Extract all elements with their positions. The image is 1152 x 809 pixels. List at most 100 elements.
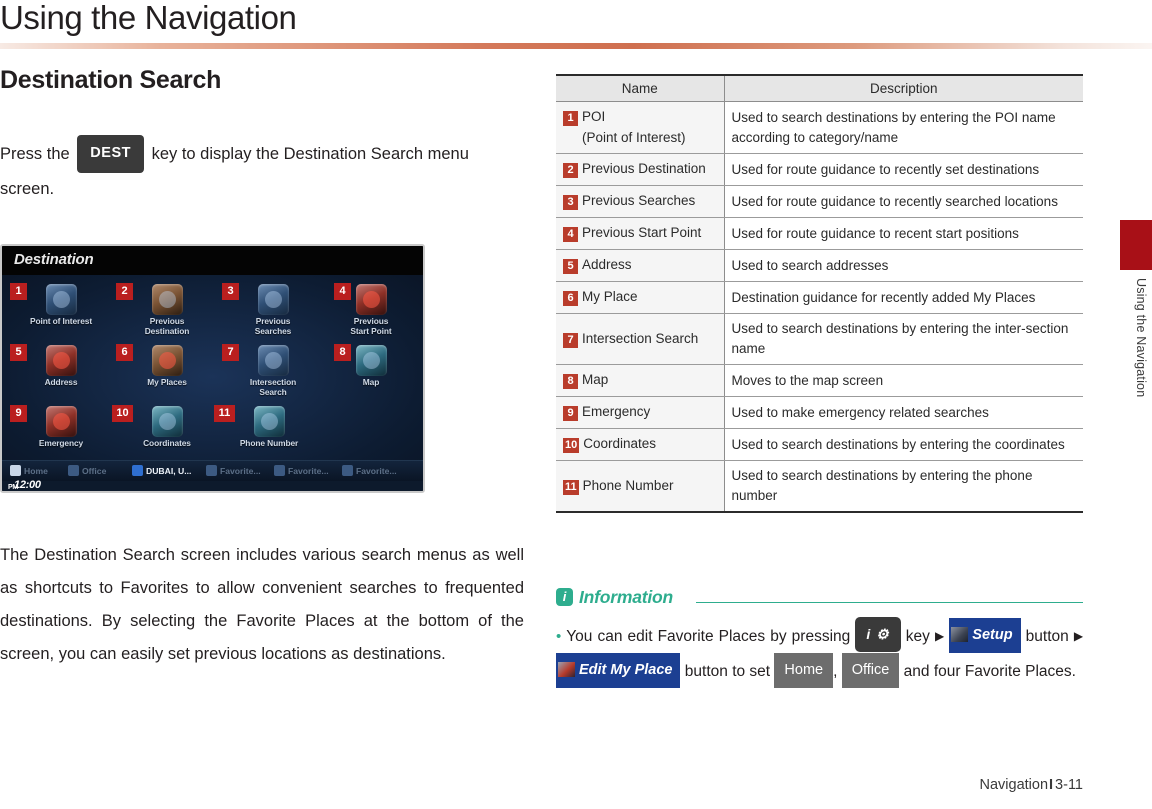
callout-1: 1 xyxy=(10,283,27,300)
destination-screen-figure: Destination Point of Interest Previous De… xyxy=(0,244,425,493)
body-paragraph: The Destination Search screen includes v… xyxy=(0,546,524,663)
favorite-home[interactable]: Home xyxy=(10,464,48,479)
nav-icon-grid: Point of Interest Previous Destination Pr… xyxy=(2,275,423,460)
info-icon: i xyxy=(556,588,573,606)
header-divider xyxy=(0,43,1152,49)
row-number-badge: 5 xyxy=(563,259,578,274)
home-button[interactable]: Home xyxy=(774,653,834,688)
section-title: Destination Search xyxy=(0,66,222,94)
table-row: 1 POI (Point of Interest) Used to search … xyxy=(556,101,1083,154)
cell-description: Used to search addresses xyxy=(724,249,1083,282)
row-name: Previous Searches xyxy=(582,193,696,208)
dest-key-button[interactable]: DEST xyxy=(77,135,144,173)
row-number-badge: 10 xyxy=(563,438,580,453)
previous-start-point-icon xyxy=(355,284,387,315)
table-row: 3 Previous Searches Used for route guidan… xyxy=(556,185,1083,218)
manual-page: Using the Navigation Using the Navigatio… xyxy=(0,0,1152,809)
footer-separator: I xyxy=(1049,777,1054,793)
favorite-star-icon xyxy=(342,465,353,476)
row-number-badge: 4 xyxy=(563,227,578,242)
cell-description: Moves to the map screen xyxy=(724,364,1083,397)
table-row: 6 My Place Destination guidance for recen… xyxy=(556,281,1083,314)
favorite-dubai[interactable]: DUBAI, U... xyxy=(132,464,191,479)
footer-page-number: 3-11 xyxy=(1055,777,1083,793)
info-text-3: button xyxy=(1025,628,1069,645)
page-footer: NavigationI 3-11 xyxy=(980,777,1084,793)
intro-text-before: Press the xyxy=(0,145,70,163)
table-row: 5 Address Used to search addresses xyxy=(556,249,1083,282)
callout-10: 10 xyxy=(112,405,133,422)
clock-time: 12:00 xyxy=(14,479,41,491)
intro-text-after: key to display the Destination Search me… xyxy=(0,145,469,198)
information-rule xyxy=(696,602,1083,603)
favorites-bar: Home Office DUBAI, U... Favorite... Favo… xyxy=(2,460,423,481)
row-name: Previous Destination xyxy=(582,161,706,176)
table-row: 11 Phone Number Used to search destinatio… xyxy=(556,460,1083,512)
chapter-tab-label: Using the Navigation xyxy=(1134,278,1148,398)
table-row: 2 Previous Destination Used for route gui… xyxy=(556,153,1083,186)
favorite-label: DUBAI, U... xyxy=(146,466,192,476)
favorite-office[interactable]: Office xyxy=(68,464,106,479)
favorite-slot-4[interactable]: Favorite... xyxy=(206,464,261,479)
chapter-tab-marker xyxy=(1120,220,1152,270)
favorite-slot-6[interactable]: Favorite... xyxy=(342,464,397,479)
left-column: Destination Search Press the DEST key to… xyxy=(0,66,524,671)
cell-name: 10 Coordinates xyxy=(556,428,725,461)
row-name: Phone Number xyxy=(582,477,674,493)
favorite-label: Favorite... xyxy=(220,466,261,476)
information-body: • You can edit Favorite Places by pressin… xyxy=(556,617,1083,688)
cell-name: 2 Previous Destination xyxy=(556,153,725,186)
map-pin-icon xyxy=(558,662,575,677)
my-places-icon xyxy=(151,345,183,376)
edit-my-place-button[interactable]: Edit My Place xyxy=(556,653,681,688)
favorite-slot-5[interactable]: Favorite... xyxy=(274,464,329,479)
nav-item-label: Previous Start Point xyxy=(350,316,392,336)
cell-description: Used to make emergency related searches xyxy=(724,396,1083,429)
office-icon xyxy=(68,465,79,476)
nav-item-label: Point of Interest xyxy=(29,316,93,326)
cell-name: 3 Previous Searches xyxy=(556,185,725,218)
cell-description: Used for route guidance to recently sear… xyxy=(724,185,1083,218)
favorite-star-icon xyxy=(274,465,285,476)
favorite-label: Favorite... xyxy=(356,466,397,476)
row-name: My Place xyxy=(582,289,638,304)
info-text-2: key xyxy=(905,628,930,645)
row-number-badge: 9 xyxy=(563,406,578,421)
point-of-interest-icon xyxy=(45,284,77,315)
footer-section-label: Navigation xyxy=(979,777,1049,793)
cell-description: Used to search destinations by entering … xyxy=(724,101,1083,154)
coordinates-icon xyxy=(151,406,183,437)
nav-item-label: Emergency xyxy=(38,438,84,448)
row-name-sub: (Point of Interest) xyxy=(582,130,686,145)
right-column: Name Description 1 POI (Point of Interest… xyxy=(556,74,1083,688)
information-block: i Information • You can edit Favorite Pla… xyxy=(556,587,1083,688)
bullet-marker: • xyxy=(556,628,562,645)
setup-button[interactable]: Setup xyxy=(949,618,1021,653)
row-name: Emergency xyxy=(582,404,651,419)
row-number-badge: 8 xyxy=(563,374,578,389)
table-row: 8 Map Moves to the map screen xyxy=(556,364,1083,397)
table-row: 4 Previous Start Point Used for route gui… xyxy=(556,217,1083,250)
clock-display: 12:00 PM xyxy=(8,479,41,491)
map-icon xyxy=(355,345,387,376)
home-icon xyxy=(10,465,21,476)
phone-number-icon xyxy=(253,406,285,437)
menu-description-table: Name Description 1 POI (Point of Interest… xyxy=(556,74,1083,513)
callout-2: 2 xyxy=(116,283,133,300)
info-gear-key-button[interactable]: i ⚙ xyxy=(855,617,901,652)
cell-name: 8 Map xyxy=(556,364,725,397)
cell-name: 9 Emergency xyxy=(556,396,725,429)
nav-status-bar: 12:00 PM xyxy=(2,479,423,491)
cell-name: 11 Phone Number xyxy=(556,460,725,512)
info-comma: , xyxy=(833,663,838,680)
cell-description: Used for route guidance to recently set … xyxy=(724,153,1083,186)
row-name: Map xyxy=(582,372,609,387)
page-header: Using the Navigation xyxy=(0,0,1152,42)
table-row: 10 Coordinates Used to search destination… xyxy=(556,428,1083,461)
office-button[interactable]: Office xyxy=(841,653,900,688)
row-number-badge: 3 xyxy=(563,195,578,210)
intersection-search-icon xyxy=(257,345,289,376)
arrow-right-icon: ▶ xyxy=(934,629,945,643)
nav-item-label: Address xyxy=(44,377,78,387)
table-row: 9 Emergency Used to make emergency relate… xyxy=(556,396,1083,429)
